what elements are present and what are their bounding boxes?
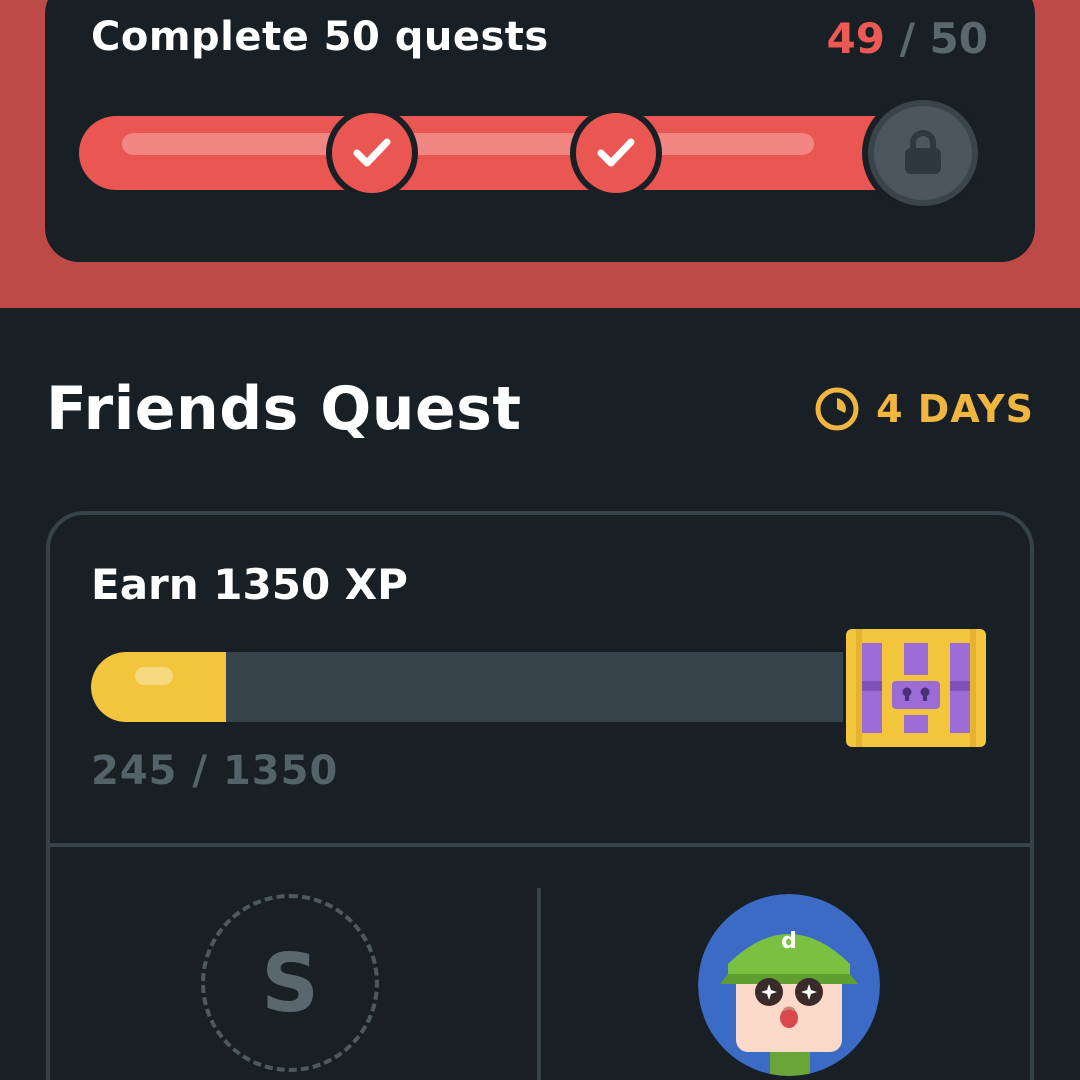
milestone-3-locked[interactable] xyxy=(862,94,984,212)
monthly-quest-title: Complete 50 quests xyxy=(91,14,549,60)
progress-bar-highlight xyxy=(122,133,814,155)
avatar-cap-letter: d xyxy=(781,929,797,954)
friend-avatar[interactable]: d xyxy=(698,894,880,1080)
participant-slot-empty[interactable]: S xyxy=(201,894,379,1072)
milestone-1-completed[interactable] xyxy=(326,107,418,199)
xp-progress-count: 245 / 1350 xyxy=(91,748,339,794)
milestone-2-completed[interactable] xyxy=(570,107,662,199)
card-divider xyxy=(50,843,1030,847)
monthly-quest-progress-total: 50 xyxy=(929,14,988,63)
clock-icon xyxy=(815,387,859,431)
participant-initial: S xyxy=(261,936,319,1030)
check-icon xyxy=(597,138,635,167)
xp-progress-fill xyxy=(91,652,226,722)
xp-progress-bar xyxy=(91,652,843,722)
participants-divider xyxy=(537,888,541,1080)
xp-progress-highlight xyxy=(135,667,173,685)
quests-page: Complete 50 quests 49 / 50 Friends Quest… xyxy=(0,0,1080,1080)
friends-quest-timer: 4 DAYS xyxy=(814,386,1034,432)
treasure-chest-icon[interactable] xyxy=(846,629,986,747)
friends-quest-goal: Earn 1350 XP xyxy=(91,560,408,609)
monthly-quest-progress-done: 49 xyxy=(826,14,885,63)
check-icon xyxy=(353,138,391,167)
friends-quest-heading: Friends Quest xyxy=(46,374,522,444)
monthly-quest-progress-count: 49 / 50 xyxy=(827,14,989,63)
lock-icon xyxy=(905,130,941,174)
friends-quest-timer-label: 4 DAYS xyxy=(876,387,1034,431)
monthly-quest-progress-separator: / xyxy=(884,14,930,63)
